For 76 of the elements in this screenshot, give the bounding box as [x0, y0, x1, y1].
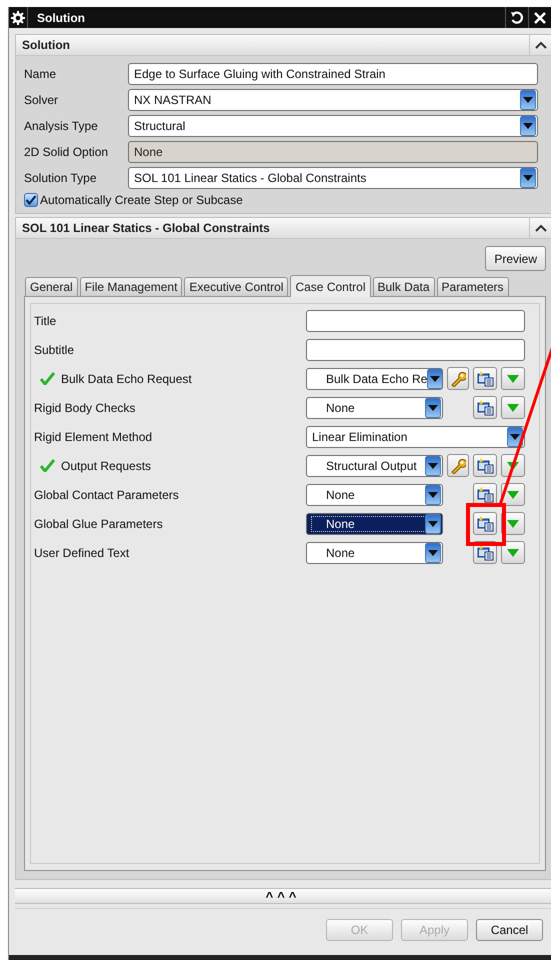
new-object-icon — [476, 486, 494, 502]
section-title: Solution — [21, 38, 71, 52]
field-label: Solver — [24, 93, 60, 107]
dropdown[interactable]: Structural Output — [306, 454, 443, 476]
tab[interactable]: Parameters — [436, 277, 509, 296]
more-options-button[interactable]: ^^^ — [15, 888, 551, 904]
dropdown[interactable]: SOL 101 Linear Statics - Global Constraints — [128, 167, 538, 189]
field-label: Global Contact Parameters — [34, 488, 179, 502]
caret-icon — [520, 168, 536, 188]
caret-icon — [425, 514, 441, 534]
field-label: Bulk Data Echo Request — [61, 372, 192, 386]
field-label: 2D Solid Option — [24, 145, 110, 159]
edit-button[interactable] — [447, 454, 469, 477]
dropdown[interactable]: Linear Elimination — [306, 426, 525, 448]
dropdown[interactable]: None — [306, 542, 443, 564]
menu-arrow-icon — [507, 462, 519, 470]
field-label: Rigid Element Method — [34, 430, 152, 444]
field-label: Solution Type — [24, 171, 98, 185]
highlight-frame — [466, 503, 506, 546]
dropdown[interactable]: Structural — [128, 115, 538, 137]
menu-arrow-icon — [507, 548, 519, 556]
new-button[interactable] — [473, 367, 497, 390]
menu-arrow-icon — [507, 374, 519, 382]
close-icon[interactable] — [534, 12, 546, 24]
field-label: User Defined Text — [34, 546, 130, 560]
new-object-icon — [476, 370, 494, 386]
checkbox-label: Automatically Create Step or Subcase — [40, 193, 243, 207]
menu-arrow-icon — [507, 404, 519, 412]
tab[interactable]: General — [25, 277, 78, 296]
menu-arrow-icon — [507, 490, 519, 498]
new-button[interactable] — [473, 454, 497, 477]
caret-icon — [425, 484, 441, 504]
new-object-icon — [476, 458, 494, 474]
caret-icon — [520, 116, 536, 136]
gear-icon[interactable] — [11, 10, 25, 24]
caret-icon — [425, 398, 441, 418]
caret-icon — [427, 368, 442, 388]
dialog-button[interactable]: Cancel — [476, 919, 543, 941]
field-label: Name — [24, 67, 58, 81]
checkbox[interactable] — [24, 193, 38, 207]
input-field[interactable] — [306, 338, 525, 360]
new-object-icon — [476, 544, 494, 560]
menu-arrow-icon — [507, 520, 519, 528]
chevron-up-icon — [535, 224, 547, 232]
tab[interactable]: Case Control — [290, 275, 370, 297]
new-button[interactable] — [473, 512, 497, 535]
tab[interactable]: Executive Control — [184, 277, 288, 296]
dropdown[interactable]: NX NASTRAN — [128, 89, 538, 111]
caret-icon — [520, 90, 536, 110]
new-object-icon — [476, 516, 494, 532]
caret-icon — [507, 426, 523, 446]
field-label: Title — [34, 314, 56, 328]
dropdown[interactable]: None — [306, 484, 443, 506]
input-field[interactable] — [306, 310, 525, 332]
new-object-icon — [476, 400, 494, 416]
dropdown[interactable]: None — [306, 396, 443, 418]
field-label: Subtitle — [34, 342, 74, 356]
caret-icon — [425, 456, 441, 476]
field-label: Rigid Body Checks — [34, 400, 136, 414]
field-label: Analysis Type — [24, 119, 99, 133]
field-label: Output Requests — [61, 458, 152, 472]
field-label: Global Glue Parameters — [34, 516, 163, 530]
dropdown[interactable]: None — [306, 512, 443, 534]
section-title: SOL 101 Linear Statics - Global Constraints — [21, 221, 271, 235]
window-title: Solution — [36, 10, 86, 24]
input-field[interactable]: Edge to Surface Gluing with Constrained Strain — [128, 63, 538, 85]
reset-icon[interactable] — [510, 10, 524, 24]
chevron-up-icon — [535, 41, 547, 49]
tab[interactable]: Bulk Data — [372, 277, 435, 296]
preview-button[interactable]: Preview — [485, 246, 546, 271]
tab[interactable]: File Management — [80, 277, 182, 296]
dropdown[interactable]: Bulk Data Echo Re — [306, 368, 443, 390]
edit-button[interactable] — [447, 367, 469, 390]
menu-button[interactable] — [501, 541, 525, 564]
new-button[interactable] — [473, 396, 497, 419]
caret-icon — [425, 542, 441, 562]
